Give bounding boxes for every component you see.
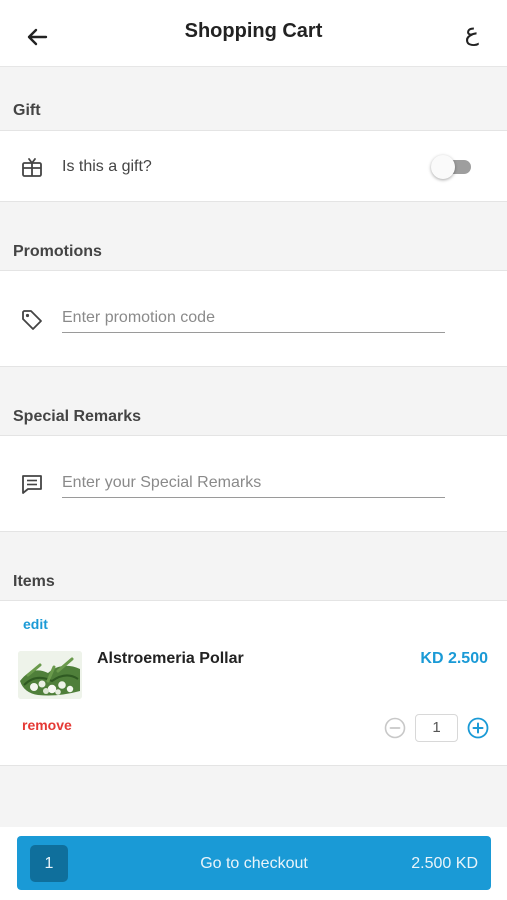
product-name: Alstroemeria Pollar [97,650,244,667]
promotions-panel [0,270,507,367]
special-remarks-input[interactable] [62,468,445,498]
cart-item: edit Alstroemeria Pollar KD 2.500 remove… [0,600,507,766]
gift-panel: Is this a gift? [0,130,507,202]
comment-icon [22,475,42,494]
remove-item-link[interactable]: remove [22,717,72,733]
tag-icon [22,310,42,330]
items-section-title: Items [13,573,55,590]
checkout-footer: 1 Go to checkout 2.500 KD [0,827,507,900]
checkout-total: 2.500 KD [411,855,478,872]
edit-item-link[interactable]: edit [23,616,48,632]
language-toggle[interactable]: ع [465,18,479,46]
gift-toggle[interactable] [431,155,471,179]
plus-circle-icon[interactable] [467,717,489,739]
page-title: Shopping Cart [184,20,323,42]
checkout-button[interactable]: 1 Go to checkout 2.500 KD [17,836,491,890]
quantity-value: 1 [415,714,458,742]
gift-question-label: Is this a gift? [62,158,152,175]
remarks-panel [0,435,507,532]
promotion-code-input[interactable] [62,303,445,333]
product-price: KD 2.500 [420,650,488,667]
toggle-knob [431,155,455,179]
gift-icon [22,158,42,177]
minus-circle-icon[interactable] [384,717,406,739]
app-header: Shopping Cart ع [0,0,507,67]
promotions-section-title: Promotions [13,243,102,260]
remarks-section-title: Special Remarks [13,408,142,425]
product-image [18,651,82,699]
gift-section-title: Gift [13,102,41,119]
